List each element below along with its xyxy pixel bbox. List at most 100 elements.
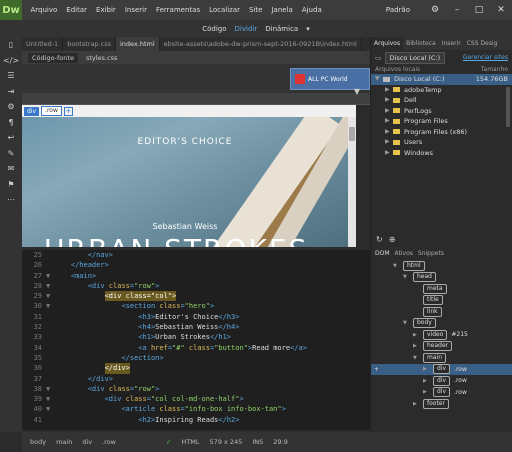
crumb-body[interactable]: body — [30, 438, 46, 446]
source-code-tab[interactable]: Código-fonte — [28, 52, 78, 63]
file-item[interactable]: ▶ Dell — [371, 95, 512, 106]
dom-tag[interactable]: footer — [423, 398, 449, 409]
file-item[interactable]: ▶ adobeTemp — [371, 85, 512, 96]
dom-node[interactable]: ▶ div .row — [371, 387, 512, 399]
doc-tab[interactable]: index.html — [115, 37, 160, 51]
brush-icon[interactable]: ✎ — [0, 146, 22, 162]
menu-item[interactable]: Site — [245, 6, 267, 14]
file-item[interactable]: ▶ PerfLogs — [371, 106, 512, 117]
menu-item[interactable]: Arquivo — [26, 6, 62, 14]
dom-tag[interactable]: title — [423, 295, 443, 306]
styles-css-tab[interactable]: styles.css — [86, 54, 117, 62]
preview-scrollbar[interactable] — [348, 117, 356, 247]
chevron-icon[interactable]: ▼ — [375, 74, 383, 85]
dom-tab[interactable]: Ativos — [395, 250, 413, 257]
chevron-icon[interactable]: ▼ — [403, 274, 413, 280]
settings-icon[interactable]: ⚙ — [0, 99, 22, 115]
indent-icon[interactable]: ⇥ — [0, 84, 22, 100]
globe-icon[interactable]: ⊕ — [389, 235, 396, 244]
list-icon[interactable]: ☰ — [0, 68, 22, 84]
chevron-icon[interactable]: ▶ — [385, 116, 393, 127]
panel-tab[interactable]: Biblioteca — [403, 37, 439, 50]
dom-tag[interactable]: main — [423, 352, 446, 363]
panel-tab[interactable]: CSS Desig — [464, 37, 501, 50]
scroll-thumb[interactable] — [349, 127, 355, 141]
chevron-icon[interactable]: ▶ — [423, 378, 433, 384]
fold-arrow-icon[interactable]: ▼ — [46, 384, 54, 394]
chevron-down-icon[interactable]: ▾ — [306, 25, 310, 33]
file-item[interactable]: ▶ Program Files — [371, 116, 512, 127]
manage-sites-link[interactable]: Gerenciar sites — [463, 54, 508, 61]
comment-icon[interactable]: ✉ — [0, 161, 22, 177]
dom-tag[interactable]: html — [403, 260, 425, 271]
chevron-icon[interactable]: ▶ — [385, 137, 393, 148]
hud-tag[interactable]: div — [24, 106, 40, 116]
add-icon[interactable]: + — [374, 366, 379, 373]
code-editor[interactable]: 25 </nav> 26 </header> 27 ▼ <main> 28 ▼ <div … — [22, 250, 370, 430]
maximize-button[interactable]: □ — [468, 0, 490, 20]
doc-tab[interactable]: ebsite-assets\adobe-dw-prism-sept-2016-0… — [160, 37, 362, 51]
menu-item[interactable]: Localizar — [205, 6, 245, 14]
dom-node[interactable]: ▶ header — [371, 341, 512, 353]
chevron-icon[interactable]: ▶ — [385, 106, 393, 117]
chevron-icon[interactable]: ▼ — [403, 320, 413, 326]
chevron-icon[interactable]: ▶ — [385, 95, 393, 106]
dom-node[interactable]: link — [371, 306, 512, 318]
menu-item[interactable]: Inserir — [120, 6, 151, 14]
live-preview[interactable]: EDITOR'S CHOICE Sebastian Weiss URBAN ST… — [22, 117, 348, 247]
file-item[interactable]: ▶ Windows — [371, 148, 512, 159]
chevron-icon[interactable]: ▶ — [385, 85, 393, 96]
workspace-selector[interactable]: Padrão — [386, 6, 410, 14]
doc-tab[interactable]: Untitled-1 — [22, 37, 64, 51]
code-icon[interactable]: </> — [0, 53, 22, 69]
more-icon[interactable]: ⋯ — [0, 192, 22, 208]
chevron-icon[interactable]: ▶ — [413, 343, 423, 349]
menu-item[interactable]: Ferramentas — [151, 6, 204, 14]
view-live-button[interactable]: Dinâmica — [265, 25, 298, 33]
chevron-icon[interactable]: ▼ — [393, 263, 403, 269]
view-code-button[interactable]: Código — [202, 25, 226, 33]
dom-tag[interactable]: div — [433, 364, 451, 375]
ins-mode[interactable]: INS — [252, 438, 263, 446]
crumb-row[interactable]: .row — [102, 438, 116, 446]
ruler-marker-icon[interactable]: ▼ — [354, 87, 360, 96]
dom-node[interactable]: ▼ main — [371, 352, 512, 364]
refresh-icon[interactable]: ↻ — [376, 235, 383, 244]
fold-arrow-icon[interactable]: ▼ — [46, 301, 54, 311]
dom-node[interactable]: ▼ html — [371, 260, 512, 272]
hud-class[interactable]: .row — [41, 106, 62, 116]
crumb-main[interactable]: main — [56, 438, 72, 446]
menu-item[interactable]: Editar — [62, 6, 92, 14]
crumb-div[interactable]: div — [82, 438, 92, 446]
chevron-icon[interactable]: ▶ — [413, 401, 423, 407]
language-select[interactable]: HTML — [181, 438, 199, 446]
fold-arrow-icon[interactable]: ▼ — [46, 394, 54, 404]
gear-icon[interactable]: ⚙ — [424, 0, 446, 20]
panel-scroll-thumb[interactable] — [506, 87, 510, 127]
chevron-icon[interactable]: ▶ — [385, 127, 393, 138]
dom-node[interactable]: + ▶ div .row — [371, 363, 512, 375]
file-item[interactable]: ▶ Users — [371, 137, 512, 148]
fold-arrow-icon[interactable]: ▼ — [46, 291, 54, 301]
size-readout[interactable]: 579 x 245 — [210, 438, 243, 446]
dom-node[interactable]: ▶ video #215 — [371, 329, 512, 341]
fold-arrow-icon[interactable]: ▼ — [46, 271, 54, 281]
fold-arrow-icon[interactable]: ▼ — [46, 404, 54, 414]
dom-tag[interactable]: meta — [423, 283, 447, 294]
menu-item[interactable]: Janela — [267, 6, 297, 14]
panel-tab[interactable]: Inserir — [439, 37, 464, 50]
dom-tag[interactable]: head — [413, 272, 436, 283]
doc-tab[interactable]: bootstrap.css — [63, 37, 116, 51]
dom-node[interactable]: ▶ div .row — [371, 375, 512, 387]
dom-tab[interactable]: Snippets — [418, 250, 444, 257]
dom-tag[interactable]: div — [433, 375, 451, 386]
view-split-button[interactable]: Dividir — [235, 25, 258, 33]
file-item[interactable]: ▼ Disco Local (C:) 154.76GB — [371, 74, 512, 85]
chevron-icon[interactable]: ▶ — [423, 366, 433, 372]
dom-node[interactable]: title — [371, 295, 512, 307]
dom-tag[interactable]: link — [423, 306, 442, 317]
chevron-icon[interactable]: ▶ — [385, 148, 393, 159]
add-class-button[interactable]: + — [63, 106, 73, 116]
chevron-icon[interactable]: ▼ — [413, 355, 423, 361]
format-icon[interactable]: ¶ — [0, 115, 22, 131]
